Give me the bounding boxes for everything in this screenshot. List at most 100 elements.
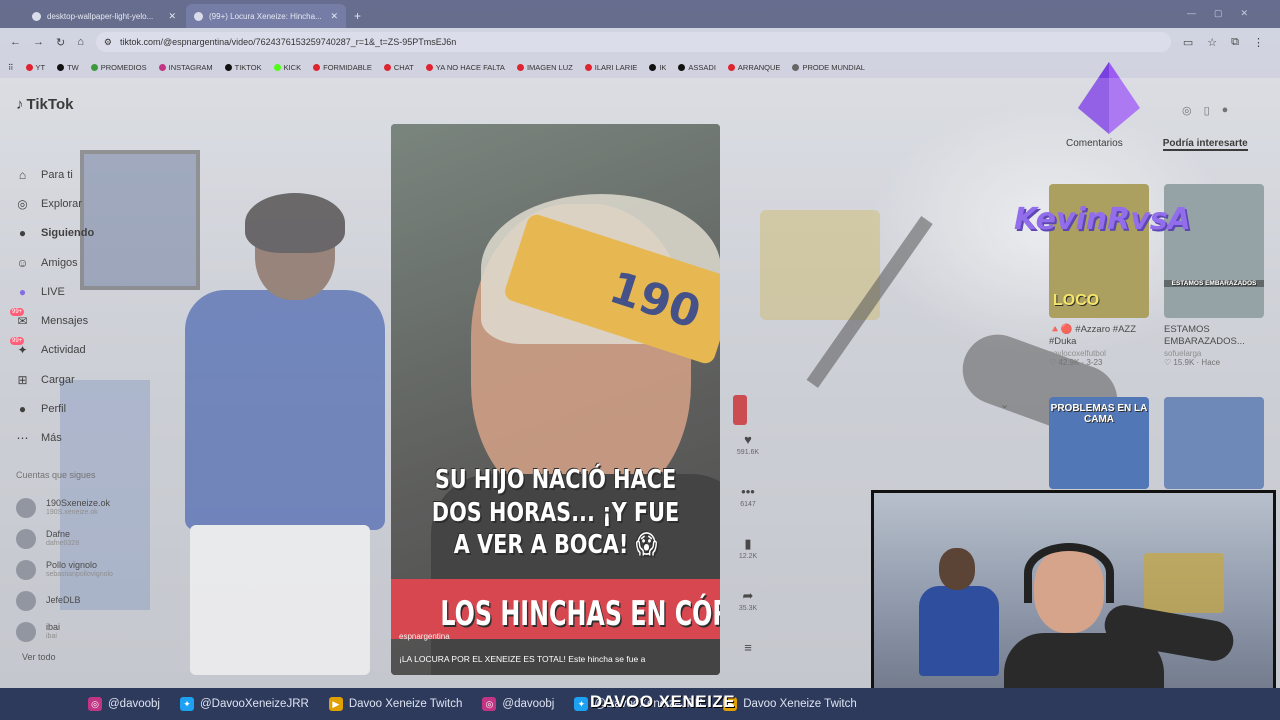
bookmark-label: FORMIDABLE (323, 62, 372, 72)
following-account[interactable]: 190Sxeneize.ok 190S.xeneize.ok (16, 492, 166, 523)
bookmark-item[interactable]: FORMIDABLE (313, 63, 372, 72)
tab-comentarios[interactable]: Comentarios (1066, 138, 1123, 151)
extensions-icon[interactable]: ⧉ (1231, 36, 1239, 49)
forward-icon[interactable]: → (33, 36, 44, 48)
bookmark-icon: ▮ (744, 536, 752, 551)
bookmark-label: INSTAGRAM (168, 62, 213, 72)
following-account[interactable]: Dafne dafne0328 (16, 523, 166, 554)
bookmark-favicon-icon (90, 63, 98, 71)
video-player[interactable]: 190 SU HIJO NACIÓ HACE DOS HORAS... ¡Y F… (391, 124, 720, 675)
video-author[interactable]: espnargentina (399, 632, 450, 641)
bookmark-item[interactable]: ASSADI (678, 63, 716, 72)
action-count: 591.6K (736, 449, 760, 456)
instagram-icon: ◎ (88, 697, 102, 711)
tab-podria-interesarte[interactable]: Podría interesarte (1162, 138, 1248, 151)
twitter-icon: ✦ (574, 697, 589, 711)
sidebar-item-actividad[interactable]: ✦ 99+ Actividad (10, 336, 134, 365)
new-tab-button[interactable]: + (354, 9, 361, 23)
site-info-icon[interactable]: ⚙ (104, 37, 112, 48)
twitter-icon: ✦ (179, 697, 194, 711)
instagram-icon: ◎ (482, 697, 497, 711)
following-account[interactable]: JefeDLB (16, 585, 166, 616)
bookmark-item[interactable]: ARRANQUE (727, 63, 780, 72)
social-link[interactable]: ✦ @DavooXeneizeJRR (179, 697, 309, 711)
youtube-icon: ▶ (328, 697, 343, 711)
sidebar-item-cargar[interactable]: ⊞ Cargar (14, 365, 134, 394)
espn-logo[interactable]: ≡ (733, 639, 763, 691)
card-author[interactable]: soylocoxelfutbol (1049, 349, 1149, 358)
bookmark-item[interactable]: TW (57, 63, 79, 72)
sidebar-item-label: Actividad (41, 344, 86, 357)
avatar (16, 528, 36, 549)
overlay-username: KevinRvsA (1014, 202, 1191, 237)
share-icon: ➦ (742, 588, 754, 603)
chevron-down-icon[interactable]: ⌄ (1000, 398, 1009, 411)
following-account[interactable]: ibai ibai (16, 616, 166, 647)
sidebar-item-siguiendo[interactable]: ● Siguiendo (14, 219, 134, 248)
social-link[interactable]: ◎ @davoobj (482, 697, 554, 711)
bookmark-item[interactable]: YT (25, 63, 45, 72)
bookmark-item[interactable]: IMAGEN LUZ (516, 63, 573, 72)
bookmark-item[interactable]: CHAT (383, 63, 414, 72)
sidebar-item-m-s[interactable]: ⋯ Más (14, 424, 134, 453)
share-button[interactable]: ➦ 35.3K (733, 587, 763, 639)
menu-icon[interactable]: ⋮ (1253, 36, 1264, 49)
user-avatar-icon[interactable]: ● (1222, 104, 1229, 117)
comment-button[interactable]: ••• 6147 (733, 483, 763, 535)
bookmark-item[interactable]: ILARI LARIE (584, 63, 637, 72)
heart-icon: ♥ (744, 432, 752, 447)
bookmark-item[interactable]: INSTAGRAM (158, 62, 213, 72)
bookmark-label: TIKTOK (234, 62, 262, 72)
video-thumbnail[interactable] (1164, 397, 1264, 489)
home-icon[interactable]: ⌂ (77, 36, 84, 48)
reload-icon[interactable]: ↻ (56, 36, 65, 49)
tiktok-logo[interactable]: ♪ TikTok (16, 96, 73, 113)
following-account[interactable]: Pollo vignolo sebastianpollovignolo (16, 554, 166, 585)
window-controls[interactable]: —▢✕ (1187, 8, 1266, 19)
see-all-link[interactable]: Ver todo (22, 652, 56, 662)
bookmark-item[interactable]: KICK (273, 63, 301, 72)
avatar (16, 621, 36, 642)
creator-avatar[interactable] (733, 395, 747, 425)
video-caption: SU HIJO NACIÓ HACE DOS HORAS... ¡Y FUE A… (424, 464, 687, 562)
apps-icon[interactable]: ⠿ (8, 63, 14, 72)
coin-icon[interactable]: ◎ (1182, 104, 1192, 117)
more-icon: ⋯ (16, 431, 29, 446)
social-link[interactable]: ▶ Davoo Xeneize Twitch (328, 697, 462, 711)
suggested-video-card[interactable]: PROBLEMAS EN LA CAMA (1049, 397, 1149, 489)
card-title: ESTAMOS EMBARAZADOS... (1164, 324, 1245, 348)
cast-icon[interactable]: ▭ (1183, 36, 1193, 49)
url-field[interactable]: ⚙ tiktok.com/@espnargentina/video/762437… (95, 32, 1171, 52)
account-name: JefeDLB (46, 594, 81, 605)
bookmark-item[interactable]: PROMEDIOS (90, 63, 147, 72)
social-link[interactable]: ◎ @davoobj (88, 697, 160, 711)
bookmark-item[interactable]: PRODE MUNDIAL (792, 63, 865, 72)
tiktok-logo-text: TikTok (26, 96, 74, 113)
back-icon[interactable]: ← (10, 36, 21, 48)
social-link[interactable]: ▶ Davoo Xeneize Twitch (723, 697, 857, 711)
tab-wallpaper[interactable]: desktop-wallpaper-light-yelo... ✕ (24, 4, 184, 28)
sidebar-item-mensajes[interactable]: ✉ 99+ Mensajes (10, 306, 134, 335)
sidebar-item-live[interactable]: ● LIVE (14, 277, 134, 306)
account-text: Dafne dafne0328 (46, 529, 79, 546)
bookmark-button[interactable]: ▮ 12.2K (733, 535, 763, 587)
device-icon[interactable]: ▯ (1204, 104, 1210, 117)
sidebar-item-explorar[interactable]: ◎ Explorar (14, 189, 134, 218)
star-icon[interactable]: ☆ (1207, 36, 1217, 49)
suggested-video-card[interactable] (1164, 397, 1264, 489)
bookmark-item[interactable]: YA NO HACE FALTA (425, 63, 505, 72)
sidebar-item-perfil[interactable]: ● Perfil (14, 394, 134, 423)
close-icon[interactable]: ✕ (330, 11, 338, 22)
sidebar-item-para-ti[interactable]: ⌂ Para ti (14, 160, 134, 189)
tab-tiktok[interactable]: (99+) Locura Xeneize: Hincha... ✕ (186, 4, 346, 28)
bookmark-favicon-icon (727, 63, 735, 71)
heart-button[interactable]: ♥ 591.6K (733, 431, 763, 483)
sidebar-item-label: Mensajes (41, 315, 89, 328)
card-author[interactable]: sofuelarga (1164, 349, 1264, 358)
video-thumbnail[interactable]: PROBLEMAS EN LA CAMA (1049, 397, 1149, 489)
bookmark-item[interactable]: IK (649, 63, 666, 72)
close-icon[interactable]: ✕ (168, 11, 176, 22)
sidebar-item-amigos[interactable]: ☺ Amigos (14, 248, 134, 277)
webcam-overlay (871, 490, 1276, 716)
bookmark-item[interactable]: TIKTOK (224, 62, 262, 72)
